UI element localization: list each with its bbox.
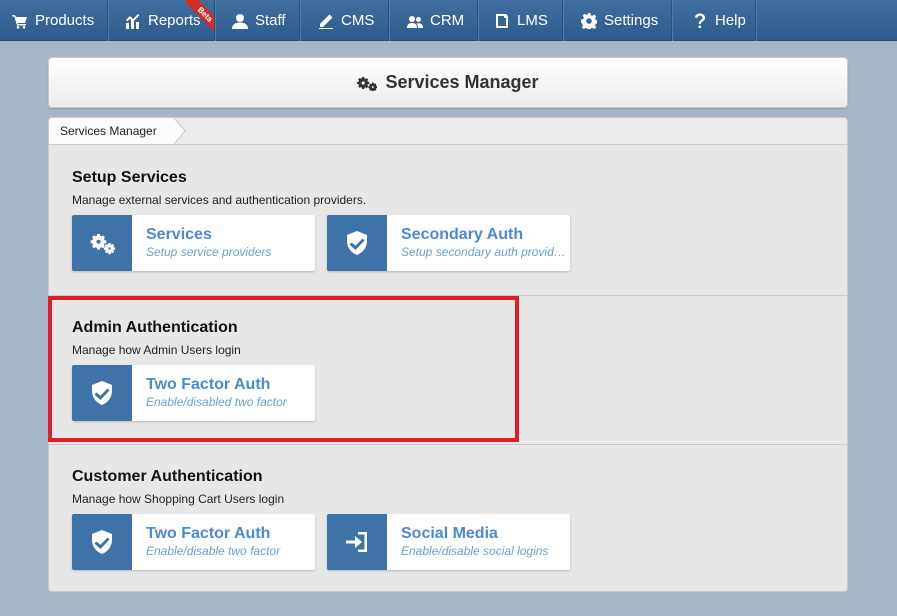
breadcrumb-item[interactable]: Services Manager xyxy=(49,118,175,144)
nav-label: CRM xyxy=(430,12,465,29)
section-description: Manage how Shopping Cart Users login xyxy=(72,492,285,506)
tile-customer-two-factor-auth[interactable]: Two Factor Auth Enable/disable two facto… xyxy=(72,514,315,570)
shield-check-icon xyxy=(92,530,112,554)
sign-in-icon xyxy=(346,532,367,552)
tile-services[interactable]: Services Setup service providers xyxy=(72,215,315,271)
nav-label: Settings xyxy=(604,12,659,29)
section-description: Manage external services and authenticat… xyxy=(72,193,367,207)
nav-reports[interactable]: Reports Beta xyxy=(108,0,215,41)
gear-icon xyxy=(581,12,597,29)
nav-products[interactable]: Products xyxy=(0,0,108,41)
nav-settings[interactable]: Settings xyxy=(563,0,672,41)
section-title: Customer Authentication xyxy=(72,468,263,485)
tile-title: Social Media xyxy=(401,525,498,542)
nav-crm[interactable]: CRM xyxy=(389,0,478,41)
question-icon xyxy=(694,13,706,29)
tile-subtitle: Setup secondary auth providers xyxy=(401,245,570,259)
tile-title: Services xyxy=(146,226,212,243)
nav-lms[interactable]: LMS xyxy=(478,0,563,41)
nav-label: Staff xyxy=(255,12,286,29)
book-icon xyxy=(494,13,510,29)
user-icon xyxy=(232,13,248,29)
tile-subtitle: Enable/disable two factor xyxy=(146,544,281,558)
nav-label: Help xyxy=(715,12,746,29)
section-customer-authentication: Customer Authentication Manage how Shopp… xyxy=(49,444,847,591)
tile-title: Two Factor Auth xyxy=(146,525,271,542)
nav-staff[interactable]: Staff xyxy=(215,0,300,41)
nav-cms[interactable]: CMS xyxy=(300,0,389,41)
tile-title: Secondary Auth xyxy=(401,226,524,243)
nav-label: LMS xyxy=(517,12,548,29)
breadcrumb-separator xyxy=(171,118,186,144)
tile-subtitle: Enable/disable social logins xyxy=(401,544,549,558)
tile-secondary-auth[interactable]: Secondary Auth Setup secondary auth prov… xyxy=(327,215,570,271)
tile-social-media[interactable]: Social Media Enable/disable social login… xyxy=(327,514,570,570)
nav-label: Products xyxy=(35,12,95,29)
nav-help[interactable]: Help xyxy=(672,0,756,41)
section-title: Setup Services xyxy=(72,169,187,186)
chart-icon xyxy=(125,13,141,29)
shield-check-icon xyxy=(347,231,367,255)
page-header: Services Manager xyxy=(48,57,848,108)
breadcrumb: Services Manager xyxy=(49,118,847,145)
cart-icon xyxy=(12,13,28,29)
nav-label: CMS xyxy=(341,12,375,29)
pencil-icon xyxy=(318,13,334,29)
gears-icon xyxy=(357,76,378,91)
section-setup-services: Setup Services Manage external services … xyxy=(49,145,847,295)
users-icon xyxy=(407,13,423,29)
gears-icon xyxy=(90,234,115,255)
tile-subtitle: Setup service providers xyxy=(146,245,272,259)
highlight-box xyxy=(48,296,519,442)
top-nav: Products Reports Beta Staff CMS CRM LMS … xyxy=(0,0,897,41)
beta-badge: Beta xyxy=(180,0,214,34)
page-title: Services Manager xyxy=(385,72,539,92)
